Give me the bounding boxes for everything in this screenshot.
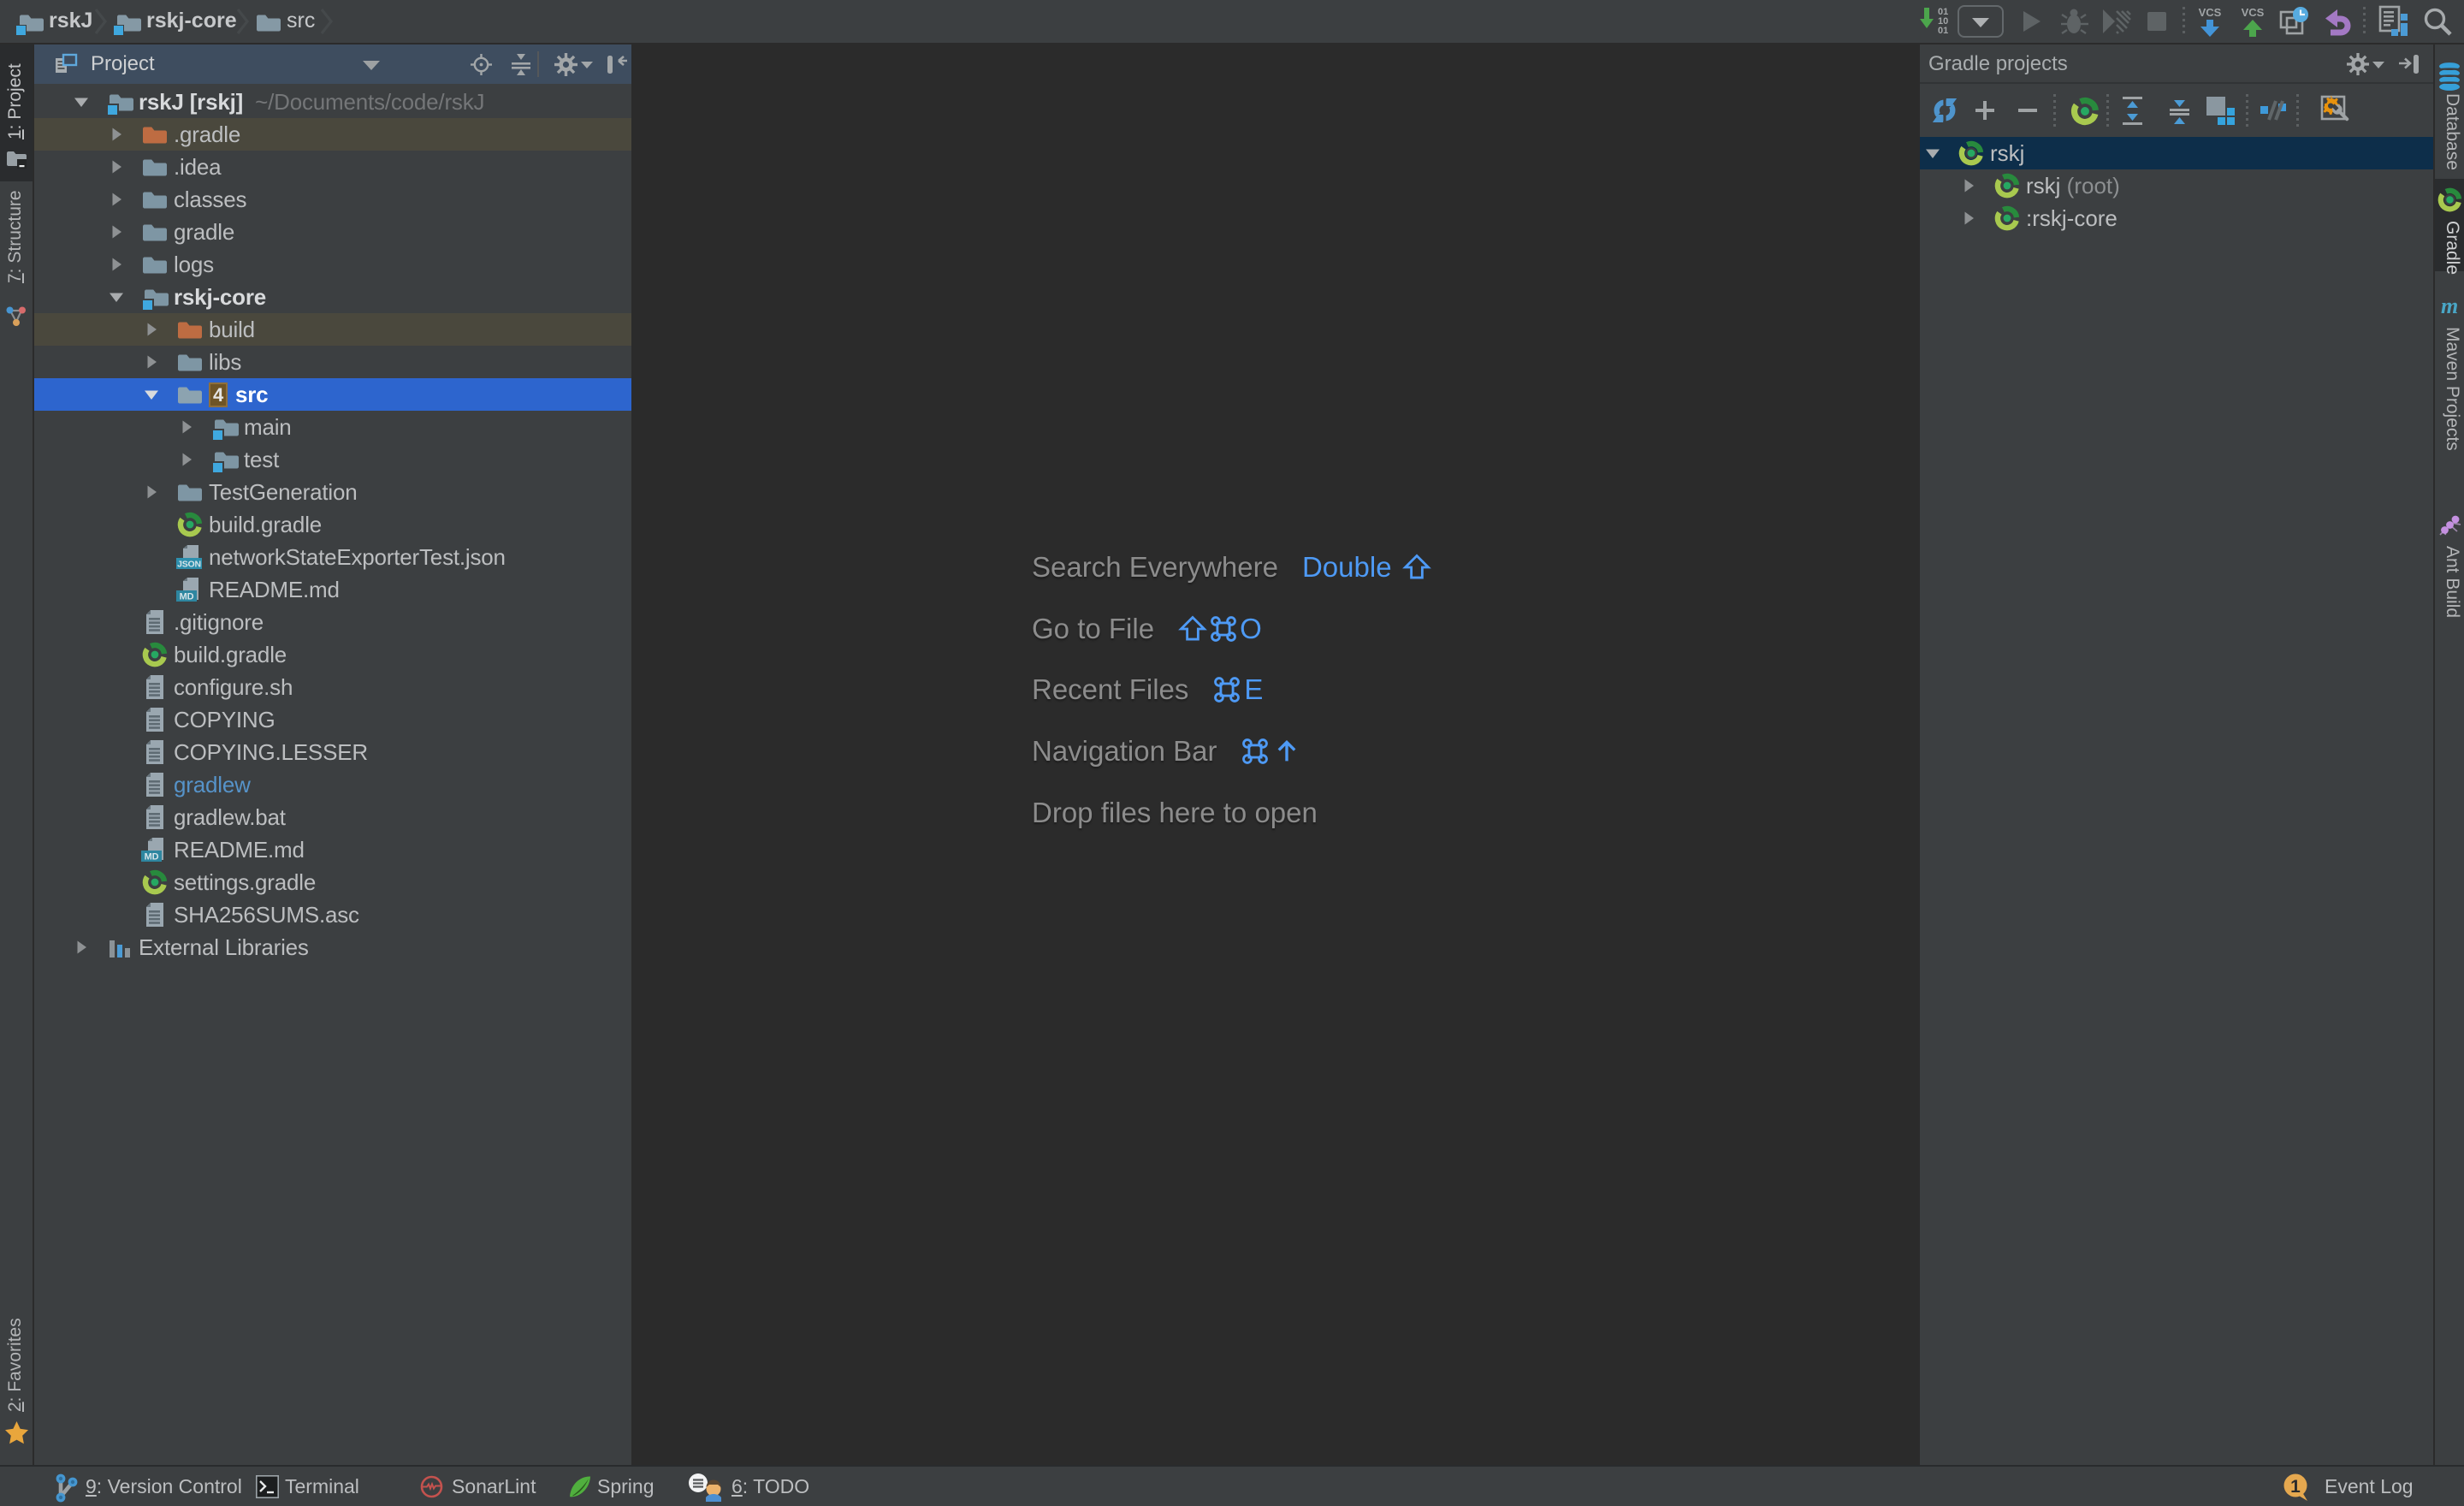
svg-text:VCS: VCS xyxy=(2242,6,2265,19)
svg-text:m: m xyxy=(2441,293,2458,317)
svg-text:MD: MD xyxy=(180,592,194,602)
svg-text:MD: MD xyxy=(145,852,159,863)
svg-text:JSON: JSON xyxy=(177,560,201,570)
svg-text:1: 1 xyxy=(2290,1477,2301,1497)
svg-text:01: 01 xyxy=(1938,26,1948,36)
svg-text:VCS: VCS xyxy=(2199,6,2222,19)
